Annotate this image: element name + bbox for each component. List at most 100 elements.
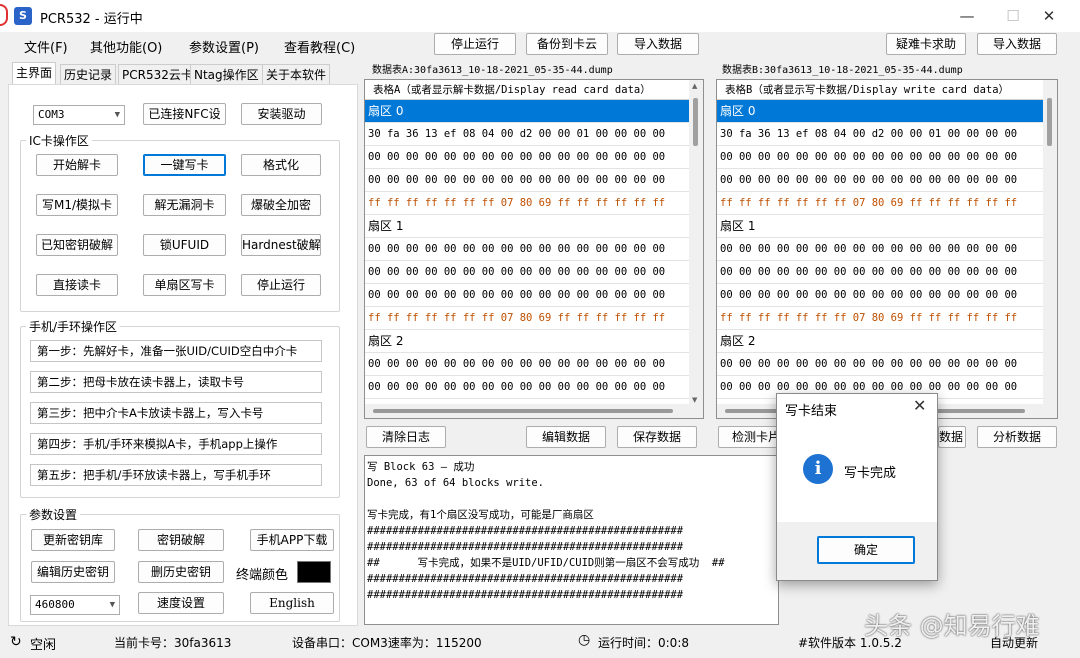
tab-history[interactable]: 历史记录 xyxy=(60,64,117,84)
table-row[interactable]: 00 00 00 00 00 00 00 00 00 00 00 00 00 0… xyxy=(717,238,1057,261)
status-card-number: 当前卡号：30fa3613 xyxy=(114,636,232,650)
table-row[interactable]: 扇区 2 xyxy=(717,330,1057,353)
nfc-connected-button[interactable]: 已连接NFC设 xyxy=(143,103,226,125)
menu-tutorial[interactable]: 查看教程(C) xyxy=(284,37,355,56)
app-download-button[interactable]: 手机APP下载 xyxy=(250,529,334,551)
table-row[interactable]: 00 00 00 00 00 00 00 00 00 00 00 00 00 0… xyxy=(365,238,703,261)
table-row[interactable]: ff ff ff ff ff ff ff 07 80 69 ff ff ff f… xyxy=(717,192,1057,215)
info-icon: i xyxy=(803,454,833,484)
app-logo xyxy=(0,4,8,26)
table-row[interactable]: 30 fa 36 13 ef 08 04 00 d2 00 00 01 00 0… xyxy=(365,123,703,146)
table-b[interactable]: 表格B（或者显示写卡数据/Display write card data） 扇区… xyxy=(716,79,1058,419)
help-button[interactable]: 疑难卡求助 xyxy=(886,33,966,55)
import-data-button-2[interactable]: 导入数据 xyxy=(977,33,1057,55)
scroll-up-icon: ▲ xyxy=(692,82,698,90)
table-row[interactable]: ff ff ff ff ff ff ff 07 80 69 ff ff ff f… xyxy=(365,307,703,330)
step-5[interactable]: 第五步：把手机/手环放读卡器上，写手机手环 xyxy=(30,464,322,486)
table-b-vscroll[interactable] xyxy=(1043,80,1057,406)
close-button[interactable]: ✕ xyxy=(1026,0,1072,32)
analyze-data-button[interactable]: 分析数据 xyxy=(977,426,1057,448)
language-button[interactable]: English xyxy=(250,592,334,614)
known-key-crack-button[interactable]: 已知密钥破解 xyxy=(36,234,118,256)
table-row[interactable]: ff ff ff ff ff ff ff 07 80 69 ff ff ff f… xyxy=(717,307,1057,330)
format-button[interactable]: 格式化 xyxy=(241,154,321,176)
table-row[interactable]: 00 00 00 00 00 00 00 00 00 00 00 00 00 0… xyxy=(717,261,1057,284)
brute-force-button[interactable]: 爆破全加密 xyxy=(241,194,321,216)
log-output[interactable]: 写 Block 63 — 成功 Done, 63 of 64 blocks wr… xyxy=(364,455,779,625)
watermark: 头条 @知易行难 xyxy=(864,612,1040,640)
menu-other[interactable]: 其他功能(O) xyxy=(90,37,162,56)
port-value: COM3 xyxy=(38,108,65,121)
no-vuln-crack-button[interactable]: 解无漏洞卡 xyxy=(143,194,226,216)
edit-data-button[interactable]: 编辑数据 xyxy=(526,426,606,448)
ic-card-group-label: IC卡操作区 xyxy=(26,132,92,149)
hardnest-crack-button[interactable]: Hardnest破解 xyxy=(241,234,321,256)
delete-history-keys-button[interactable]: 删历史密钥 xyxy=(138,561,224,583)
one-click-write-button[interactable]: 一键写卡 xyxy=(143,154,226,176)
step-2[interactable]: 第二步：把母卡放在读卡器上，读取卡号 xyxy=(30,371,322,393)
table-a-vscroll[interactable]: ▲ ▼ xyxy=(689,80,703,406)
stop-button[interactable]: 停止运行 xyxy=(241,274,321,296)
table-a[interactable]: 表格A（或者显示解卡数据/Display read card data） 扇区 … xyxy=(364,79,704,419)
save-data-button[interactable]: 保存数据 xyxy=(617,426,697,448)
dialog-title: 写卡结束 xyxy=(785,404,838,419)
direct-read-button[interactable]: 直接读卡 xyxy=(36,274,118,296)
table-row[interactable]: 00 00 00 00 00 00 00 00 00 00 00 00 00 0… xyxy=(717,169,1057,192)
table-b-header: 表格B（或者显示写卡数据/Display write card data） xyxy=(717,80,1057,100)
table-row[interactable]: 00 00 00 00 00 00 00 00 00 00 00 00 00 0… xyxy=(717,146,1057,169)
install-driver-button[interactable]: 安装驱动 xyxy=(241,103,322,125)
param-group-label: 参数设置 xyxy=(26,506,81,523)
table-row[interactable]: 00 00 00 00 00 00 00 00 00 00 00 00 00 0… xyxy=(717,353,1057,376)
speed-settings-button[interactable]: 速度设置 xyxy=(138,592,224,614)
table-row[interactable]: 00 00 00 00 00 00 00 00 00 00 00 00 00 0… xyxy=(365,261,703,284)
dialog-close-icon[interactable]: ✕ xyxy=(913,396,926,415)
table-row[interactable]: 30 fa 36 13 ef 08 04 00 d2 00 00 01 00 0… xyxy=(717,123,1057,146)
step-4[interactable]: 第四步：手机/手环来模拟A卡，手机app上操作 xyxy=(30,433,322,455)
table-row[interactable]: 00 00 00 00 00 00 00 00 00 00 00 00 00 0… xyxy=(365,146,703,169)
tab-main[interactable]: 主界面 xyxy=(12,62,57,84)
table-b-rows: 扇区 0 30 fa 36 13 ef 08 04 00 d2 00 00 01 … xyxy=(717,100,1057,399)
tab-about[interactable]: 关于本软件 xyxy=(262,64,331,84)
tab-cloud-card[interactable]: PCR532云卡 xyxy=(118,64,197,84)
menu-settings[interactable]: 参数设置(P) xyxy=(189,37,259,56)
table-row[interactable]: 00 00 00 00 00 00 00 00 00 00 00 00 00 0… xyxy=(365,169,703,192)
key-crack-button[interactable]: 密钥破解 xyxy=(138,529,224,551)
table-row[interactable]: 扇区 0 xyxy=(717,100,1057,123)
table-row[interactable]: ff ff ff ff ff ff ff 07 80 69 ff ff ff f… xyxy=(365,192,703,215)
hscroll-thumb[interactable] xyxy=(373,409,673,413)
backup-cloud-button[interactable]: 备份到卡云 xyxy=(526,33,608,55)
single-sector-write-button[interactable]: 单扇区写卡 xyxy=(143,274,226,296)
edit-history-keys-button[interactable]: 编辑历史密钥 xyxy=(31,561,115,583)
clear-log-button[interactable]: 清除日志 xyxy=(366,426,446,448)
terminal-color-swatch[interactable] xyxy=(297,561,331,583)
import-data-button[interactable]: 导入数据 xyxy=(617,33,699,55)
stop-running-button[interactable]: 停止运行 xyxy=(434,33,516,55)
write-m1-button[interactable]: 写M1/模拟卡 xyxy=(36,194,118,216)
table-row[interactable]: 00 00 00 00 00 00 00 00 00 00 00 00 00 0… xyxy=(365,353,703,376)
table-row[interactable]: 00 00 00 00 00 00 00 00 00 00 00 00 00 0… xyxy=(717,284,1057,307)
scroll-thumb[interactable] xyxy=(693,98,698,146)
clock-icon: ◷ xyxy=(578,632,591,648)
table-row[interactable]: 00 00 00 00 00 00 00 00 00 00 00 00 00 0… xyxy=(365,376,703,399)
data-button[interactable]: 数据 xyxy=(938,426,966,448)
detect-card-button[interactable]: 检测卡片 xyxy=(718,426,780,448)
baud-select[interactable]: 460800 ▼ xyxy=(30,595,120,615)
table-row[interactable]: 扇区 1 xyxy=(365,215,703,238)
step-3[interactable]: 第三步：把中介卡A卡放读卡器上，写入卡号 xyxy=(30,402,322,424)
table-row[interactable]: 扇区 2 xyxy=(365,330,703,353)
table-a-hscroll[interactable] xyxy=(365,404,703,418)
table-row[interactable]: 00 00 00 00 00 00 00 00 00 00 00 00 00 0… xyxy=(365,284,703,307)
update-keys-button[interactable]: 更新密钥库 xyxy=(31,529,115,551)
table-row[interactable]: 扇区 1 xyxy=(717,215,1057,238)
table-row[interactable]: 扇区 0 xyxy=(365,100,703,123)
start-crack-button[interactable]: 开始解卡 xyxy=(36,154,118,176)
tab-ntag[interactable]: Ntag操作区 xyxy=(190,64,263,84)
ok-button[interactable]: 确定 xyxy=(817,536,915,564)
status-port: 设备串口：COM3速率为：115200 xyxy=(292,636,482,650)
menu-file[interactable]: 文件(F) xyxy=(24,37,68,56)
step-1[interactable]: 第一步：先解好卡，准备一张UID/CUID空白中介卡 xyxy=(30,340,322,362)
minimize-button[interactable]: — xyxy=(944,0,990,32)
port-select[interactable]: COM3 ▼ xyxy=(33,105,125,125)
scroll-thumb[interactable] xyxy=(1047,98,1052,146)
lock-ufuid-button[interactable]: 锁UFUID xyxy=(143,234,226,256)
